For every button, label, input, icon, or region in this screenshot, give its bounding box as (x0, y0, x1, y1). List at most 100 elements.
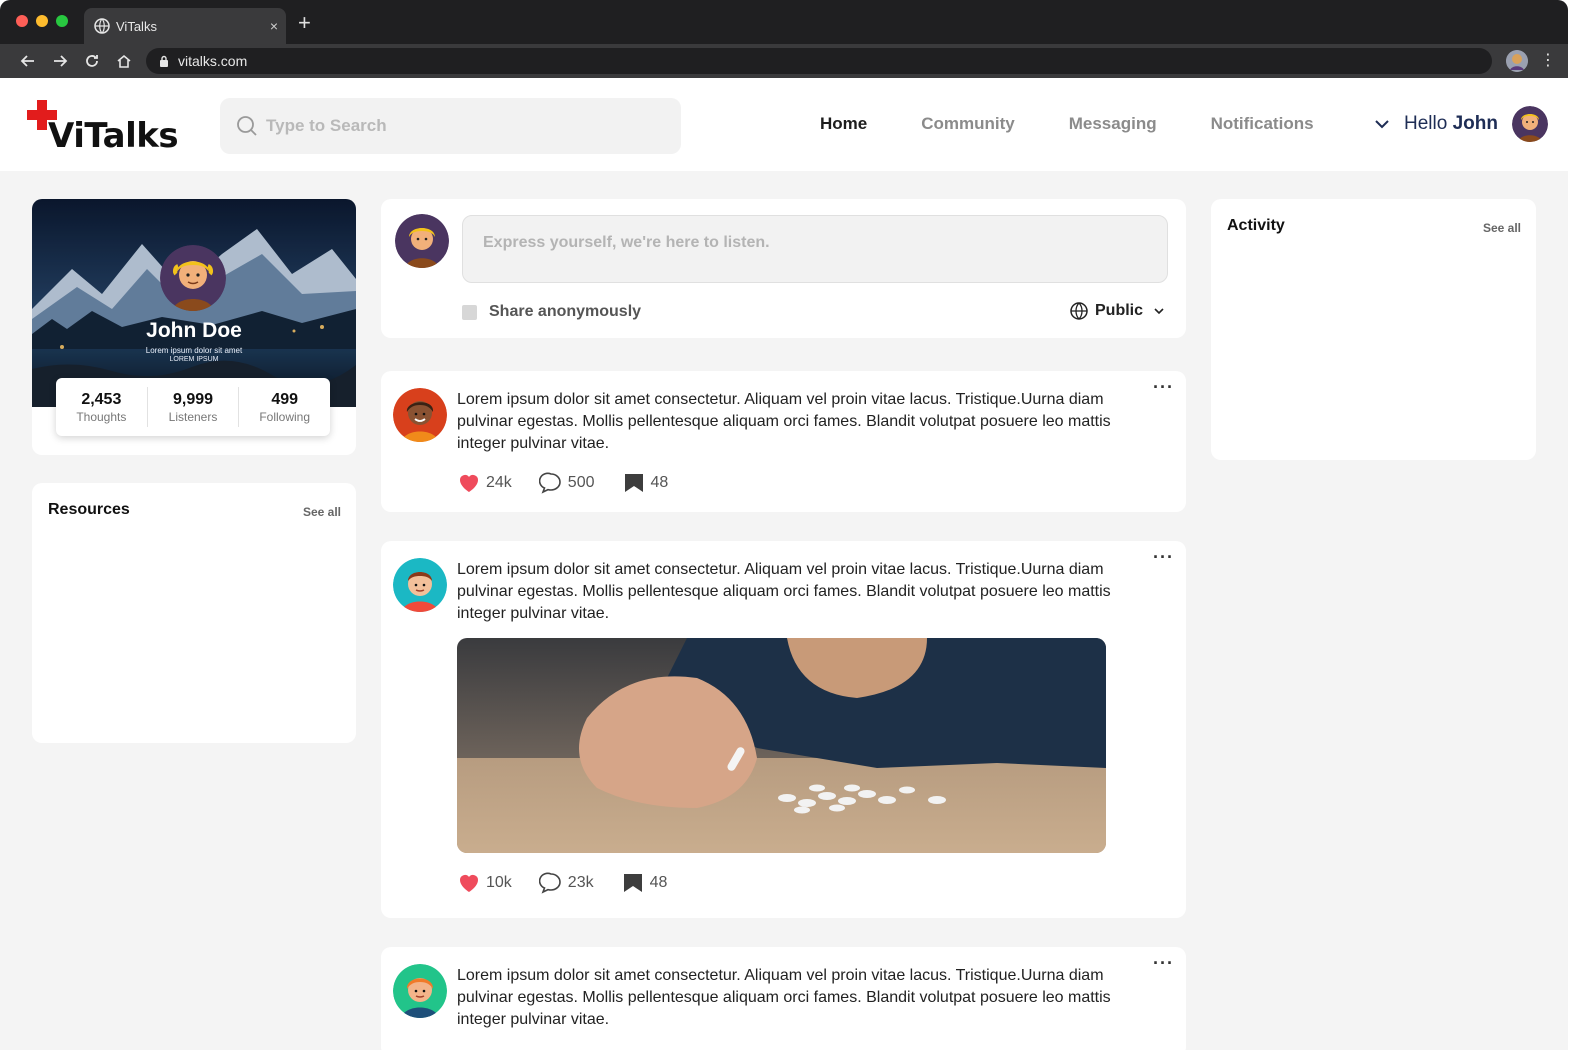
close-window-button[interactable] (16, 15, 28, 27)
bookmark-button[interactable]: 48 (621, 871, 668, 895)
like-button[interactable]: 24k (457, 471, 512, 495)
tab-strip: ViTalks × + (0, 0, 1568, 44)
post-actions: 10k 23k 48 (457, 871, 694, 895)
main-nav: Home Community Messaging Notifications (820, 114, 1368, 134)
post-text: Lorem ipsum dolor sit amet consectetur. … (457, 561, 1111, 622)
nav-community[interactable]: Community (921, 114, 1015, 134)
post-text: Lorem ipsum dolor sit amet consectetur. … (457, 391, 1111, 452)
post-card: ··· Lorem ipsum dolor sit amet consectet… (381, 541, 1186, 918)
more-icon[interactable]: ··· (1153, 377, 1174, 398)
chevron-down-icon (1154, 308, 1164, 315)
profile-stats: 2,453 Thoughts 9,999 Listeners 499 Follo… (56, 378, 330, 436)
post-composer: Share anonymously Public (381, 199, 1186, 338)
anonymous-label: Share anonymously (489, 303, 642, 320)
post-card: ··· Lorem ipsum dolor sit amet consectet… (381, 947, 1186, 1050)
forward-icon[interactable] (44, 44, 76, 78)
profile-tag: LOREM IPSUM (169, 356, 219, 363)
greeting: Hello John (1404, 113, 1498, 135)
search-icon (237, 116, 257, 136)
logo-text: ViTalks (48, 116, 179, 156)
anonymous-checkbox[interactable] (462, 304, 477, 320)
bookmark-count: 48 (650, 474, 669, 491)
search-input[interactable] (266, 116, 666, 136)
maximize-window-button[interactable] (56, 15, 68, 27)
globe-icon (94, 18, 110, 34)
profile-name: John Doe (146, 319, 242, 342)
comment-button[interactable]: 23k (538, 871, 594, 895)
close-icon[interactable]: × (262, 18, 286, 34)
comment-icon (538, 872, 561, 894)
home-icon[interactable] (108, 44, 140, 78)
tab-title: ViTalks (116, 18, 157, 34)
back-icon[interactable] (12, 44, 44, 78)
like-count: 10k (486, 874, 512, 891)
like-button[interactable]: 10k (457, 871, 512, 895)
search-box (220, 98, 681, 154)
browser-window: ViTalks × + vitalks.com ⋮ ViTalks Home (0, 0, 1568, 1050)
address-bar[interactable]: vitalks.com (146, 48, 1492, 74)
avatar[interactable] (393, 964, 447, 1018)
privacy-label: Public (1095, 302, 1144, 319)
bookmark-icon (624, 474, 643, 492)
avatar[interactable] (395, 214, 449, 268)
toolbar: vitalks.com ⋮ (0, 44, 1568, 78)
greeting-word: Hello (1404, 113, 1448, 134)
post-text: Lorem ipsum dolor sit amet consectetur. … (457, 967, 1111, 1028)
avatar[interactable] (393, 388, 447, 442)
browser-profile-avatar[interactable] (1506, 50, 1528, 72)
stat-label: Following (259, 409, 311, 424)
globe-icon (1070, 302, 1088, 320)
nav-notifications[interactable]: Notifications (1211, 114, 1314, 134)
more-icon[interactable]: ··· (1153, 547, 1174, 568)
resources-panel: Resources See all (32, 483, 356, 743)
activity-see-all-link[interactable]: See all (1483, 221, 1521, 235)
stat-label: Listeners (168, 409, 218, 424)
user-first-name: John (1452, 113, 1498, 134)
activity-title: Activity (1227, 217, 1285, 234)
share-anonymously-option[interactable]: Share anonymously (462, 303, 641, 321)
heart-icon (460, 475, 478, 492)
app-header: ViTalks Home Community Messaging Notific… (0, 78, 1568, 171)
bookmark-button[interactable]: 48 (622, 471, 669, 495)
avatar[interactable] (1511, 106, 1548, 142)
profile-bio: Lorem ipsum dolor sit amet (145, 346, 243, 355)
url-text: vitalks.com (178, 53, 248, 69)
stat-thoughts[interactable]: 2,453 Thoughts (56, 387, 148, 427)
more-icon[interactable]: ··· (1153, 953, 1174, 974)
new-tab-button[interactable]: + (298, 12, 311, 34)
logo[interactable]: ViTalks (27, 100, 179, 156)
heart-icon (460, 875, 478, 892)
like-count: 24k (486, 474, 512, 491)
browser-tab[interactable]: ViTalks × (84, 8, 286, 44)
avatar[interactable] (160, 245, 226, 311)
stat-value: 499 (271, 390, 299, 408)
post-input[interactable] (462, 215, 1168, 283)
resources-title: Resources (48, 501, 130, 518)
stat-following[interactable]: 499 Following (239, 387, 330, 427)
stat-value: 9,999 (172, 390, 214, 408)
lock-icon (160, 55, 168, 67)
comment-count: 500 (567, 474, 595, 491)
browser-menu-icon[interactable]: ⋮ (1540, 50, 1556, 72)
post-actions: 24k 500 48 (457, 471, 695, 495)
post-image[interactable] (457, 638, 1106, 853)
bookmark-icon (623, 874, 642, 892)
user-menu[interactable]: Hello John (1372, 106, 1548, 142)
profile-card: John Doe Lorem ipsum dolor sit amet LORE… (32, 199, 356, 455)
nav-messaging[interactable]: Messaging (1069, 114, 1157, 134)
avatar[interactable] (393, 558, 447, 612)
resources-see-all-link[interactable]: See all (303, 505, 341, 519)
stat-value: 2,453 (81, 390, 122, 408)
bookmark-count: 48 (649, 874, 668, 891)
comment-count: 23k (567, 874, 594, 891)
stat-listeners[interactable]: 9,999 Listeners (148, 387, 240, 427)
minimize-window-button[interactable] (36, 15, 48, 27)
comment-button[interactable]: 500 (538, 471, 595, 495)
chevron-down-icon[interactable] (1372, 114, 1392, 134)
reload-icon[interactable] (76, 44, 108, 78)
comment-icon (538, 472, 561, 494)
stat-label: Thoughts (76, 409, 127, 424)
post-card: ··· Lorem ipsum dolor sit amet consectet… (381, 371, 1186, 512)
privacy-dropdown[interactable]: Public (1069, 301, 1165, 321)
nav-home[interactable]: Home (820, 114, 867, 134)
